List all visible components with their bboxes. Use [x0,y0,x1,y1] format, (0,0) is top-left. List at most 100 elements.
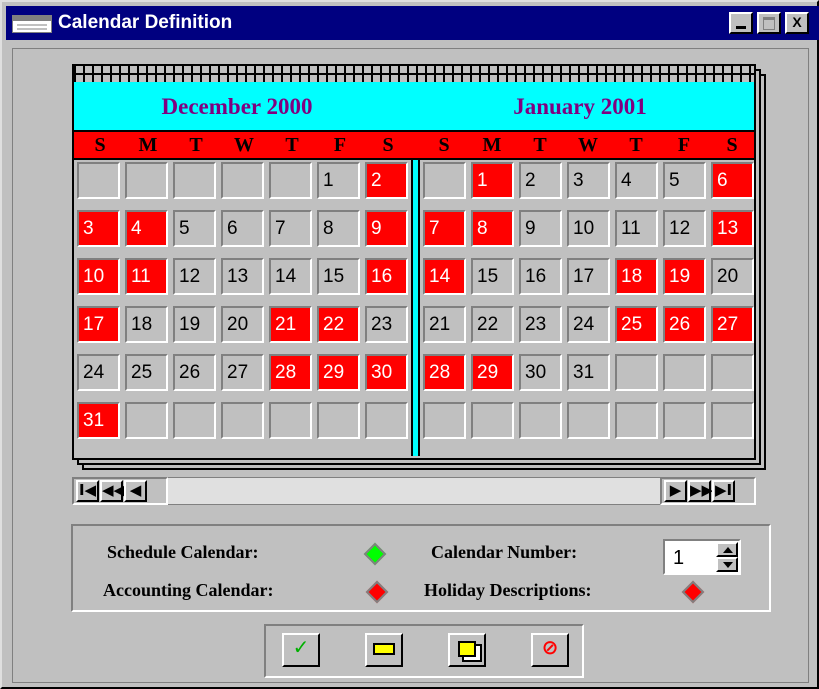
calendar-day-cell[interactable]: 18 [615,258,658,295]
empty-calendar-cell [125,162,168,199]
calendar-number-spinner[interactable]: 1 [663,539,741,575]
calendar-day-cell[interactable]: 22 [317,306,360,343]
calendar-day-cell[interactable]: 20 [711,258,754,295]
left-navigation-group: I◀ ◀◀ ◀ [72,477,168,505]
weekday-label: S [438,134,450,156]
previous-page-icon[interactable]: ◀◀ [100,480,125,502]
calendar-day-cell[interactable]: 13 [221,258,264,295]
calendar-day-cell[interactable]: 4 [615,162,658,199]
cancel-icon[interactable]: ⊘ [531,633,569,667]
calendar-day-cell[interactable]: 25 [615,306,658,343]
next-page-icon[interactable]: ▶▶ [688,480,713,502]
calendar-day-cell[interactable]: 4 [125,210,168,247]
calendar-day-cell[interactable]: 18 [125,306,168,343]
schedule-calendar-label: Schedule Calendar: [107,542,259,562]
calendar-day-cell[interactable]: 19 [173,306,216,343]
calendar-day-cell[interactable]: 8 [471,210,514,247]
calendar-day-cell[interactable]: 1 [317,162,360,199]
calendar-day-cell[interactable]: 5 [663,162,706,199]
calendar-day-cell[interactable]: 26 [173,354,216,391]
calendar-day-cell[interactable]: 20 [221,306,264,343]
calendar-day-cell[interactable]: 22 [471,306,514,343]
calendar-day-cell[interactable]: 2 [365,162,408,199]
maximize-button[interactable] [757,12,781,34]
calendar-day-cell[interactable]: 3 [77,210,120,247]
calendar-day-cell[interactable]: 19 [663,258,706,295]
calendar-day-cell[interactable]: 7 [423,210,466,247]
last-icon[interactable]: ▶I [712,480,735,502]
calendar-day-cell[interactable]: 17 [77,306,120,343]
calendar-day-cell[interactable]: 8 [317,210,360,247]
calendar-day-cell[interactable]: 13 [711,210,754,247]
calendar-day-cell[interactable]: 25 [125,354,168,391]
calendar-day-cell[interactable]: 24 [77,354,120,391]
month-divider [411,160,420,456]
calendar-day-cell[interactable]: 28 [269,354,312,391]
calendar-day-cell[interactable]: 27 [221,354,264,391]
calendar-navigation: I◀ ◀◀ ◀ ▶ ▶▶ ▶I [72,477,756,505]
calendar-day-cell[interactable]: 1 [471,162,514,199]
calendar-day-cell[interactable]: 24 [567,306,610,343]
calendar-day-cell[interactable]: 2 [519,162,562,199]
first-icon[interactable]: I◀ [76,480,99,502]
calendar-day-cell[interactable]: 23 [365,306,408,343]
month-header: December 2000 January 2001 [74,82,754,132]
calendar-book: December 2000 January 2001 S M T W T F S S M T W T F… [72,64,756,460]
calendar-day-cell[interactable]: 17 [567,258,610,295]
calendar-day-cell[interactable]: 10 [77,258,120,295]
calendar-day-cell[interactable]: 11 [125,258,168,295]
calendar-day-cell[interactable]: 5 [173,210,216,247]
calendar-day-cell[interactable]: 21 [269,306,312,343]
calendar-number-value[interactable]: 1 [673,547,684,570]
calendar-day-cell[interactable]: 9 [519,210,562,247]
calendar-day-cell[interactable]: 21 [423,306,466,343]
holiday-descriptions-indicator[interactable] [681,580,705,604]
calendar-day-cell[interactable]: 16 [365,258,408,295]
calendar-day-cell[interactable]: 3 [567,162,610,199]
empty-calendar-cell [471,402,514,439]
calendar-day-cell[interactable]: 30 [519,354,562,391]
calendar-day-cell[interactable]: 11 [615,210,658,247]
weekday-label: S [726,134,738,156]
calendar-day-cell[interactable]: 12 [663,210,706,247]
copy-icon[interactable] [448,633,486,667]
empty-calendar-cell [221,402,264,439]
next-icon[interactable]: ▶ [664,480,687,502]
window-title: Calendar Definition [58,12,233,33]
calendar-day-cell[interactable]: 26 [663,306,706,343]
empty-calendar-cell [519,402,562,439]
previous-icon[interactable]: ◀ [124,480,147,502]
weekday-label: W [234,134,254,156]
action-toolbar: ✓ ⊘ [264,624,584,678]
close-button[interactable]: X [785,12,809,34]
accounting-calendar-indicator[interactable] [365,580,389,604]
calendar-day-cell[interactable]: 16 [519,258,562,295]
calendar-day-cell[interactable]: 6 [711,162,754,199]
calendar-day-cell[interactable]: 31 [77,402,120,439]
calendar-day-cell[interactable]: 30 [365,354,408,391]
schedule-calendar-indicator[interactable] [363,542,387,566]
calendar-day-cell[interactable]: 14 [269,258,312,295]
navigation-track[interactable] [168,477,660,505]
calendar-day-cell[interactable]: 15 [471,258,514,295]
calendar-day-cell[interactable]: 10 [567,210,610,247]
calendar-day-cell[interactable]: 7 [269,210,312,247]
calendar-day-cell[interactable]: 28 [423,354,466,391]
calendar-day-cell[interactable]: 31 [567,354,610,391]
ruler-icon[interactable] [365,633,403,667]
calendar-day-cell[interactable]: 12 [173,258,216,295]
checkmark-icon[interactable]: ✓ [282,633,320,667]
calendar-day-cell[interactable]: 27 [711,306,754,343]
calendar-day-cell[interactable]: 14 [423,258,466,295]
title-bar[interactable]: Calendar Definition X [6,6,819,40]
calendar-day-cell[interactable]: 29 [317,354,360,391]
calendar-day-cell[interactable]: 15 [317,258,360,295]
decrease-calendar-number-button[interactable] [716,557,738,572]
empty-calendar-cell [365,402,408,439]
calendar-day-cell[interactable]: 6 [221,210,264,247]
increase-calendar-number-button[interactable] [716,542,738,557]
calendar-day-cell[interactable]: 9 [365,210,408,247]
calendar-day-cell[interactable]: 23 [519,306,562,343]
minimize-button[interactable] [729,12,753,34]
calendar-day-cell[interactable]: 29 [471,354,514,391]
